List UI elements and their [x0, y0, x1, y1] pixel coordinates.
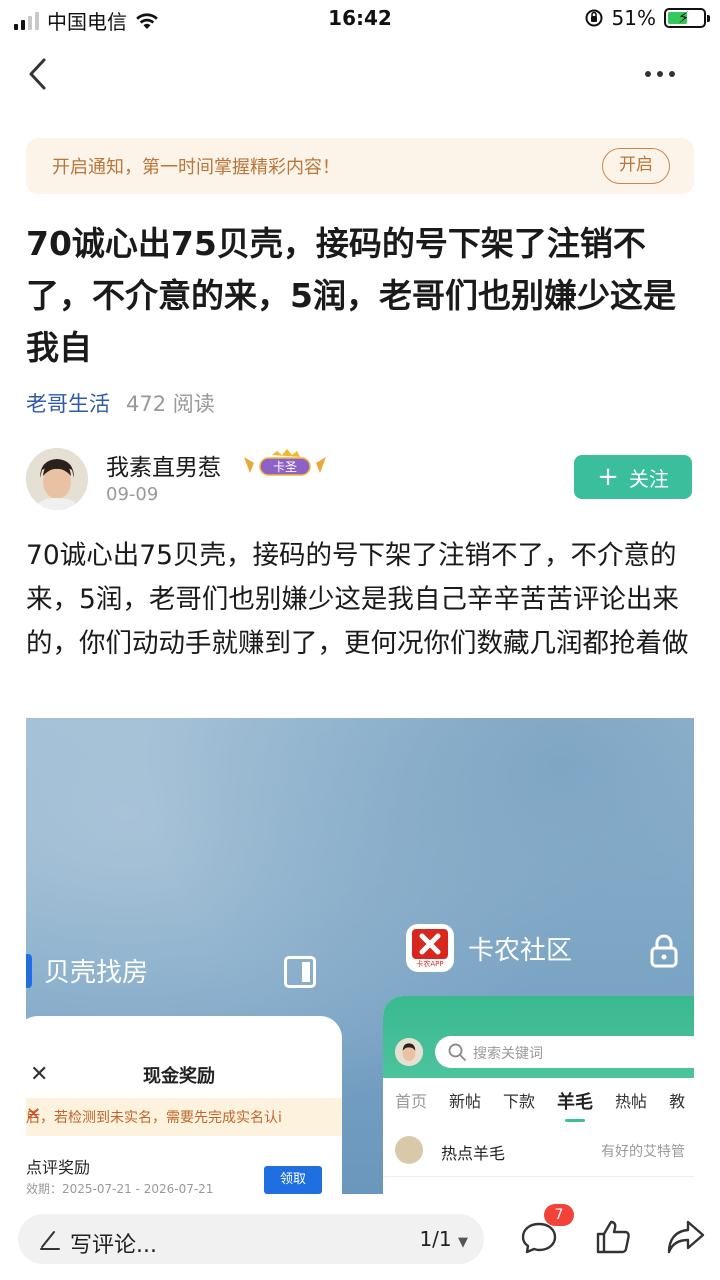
left-card-warning: 后，若检测到未实名，需要先完成实名认i ✕	[26, 1098, 342, 1136]
enable-notification-button[interactable]: 开启	[602, 148, 670, 184]
right-card-tab: 下款	[503, 1092, 536, 1111]
right-card-divider	[383, 1176, 694, 1194]
page-indicator[interactable]: 1/1 ▼	[419, 1227, 468, 1251]
kanong-app-icon-label: 卡农APP	[416, 960, 444, 968]
left-card-item: 点评奖励	[26, 1158, 91, 1177]
lock-icon	[650, 934, 678, 968]
right-card-tab: 首页	[395, 1092, 428, 1111]
right-app-label: 卡农APP 卡农社区	[406, 924, 572, 972]
battery-percent: 51%	[611, 6, 656, 30]
right-card-avatar	[395, 1038, 423, 1066]
author-badge-label: 卡圣	[273, 460, 297, 474]
hot-deals-icon	[395, 1136, 423, 1164]
plus-icon: +	[597, 462, 619, 492]
left-app-card: ✕ 现金奖励 后，若检测到未实名，需要先完成实名认i ✕ 点评奖励 效期：202…	[26, 1016, 342, 1194]
search-icon	[448, 1043, 466, 1061]
left-app-name: 贝壳找房	[44, 958, 149, 988]
right-card-tab: 教	[669, 1092, 686, 1111]
author-name[interactable]: 我素直男惹	[106, 448, 221, 482]
right-card-row-label: 热点羊毛	[441, 1144, 506, 1163]
status-right: 51% ⚡	[584, 6, 710, 30]
right-card-tab: 新帖	[449, 1092, 482, 1111]
read-count: 472 阅读	[126, 392, 215, 416]
right-app-card: 搜索关键词 首页 新帖 下款 羊毛 热帖 教 热点羊毛 有好的艾特管	[383, 996, 694, 1194]
top-nav	[0, 44, 720, 104]
right-card-tab: 热帖	[615, 1092, 648, 1111]
comment-placeholder: 写评论...	[70, 1233, 157, 1258]
right-card-tab-active: 羊毛	[557, 1088, 593, 1122]
post-image[interactable]: 贝壳找房 ✕ 现金奖励 后，若检测到未实名，需要先完成实名认i ✕ 点评奖励 效…	[26, 718, 694, 1194]
left-card-title: 现金奖励	[143, 1066, 215, 1087]
orientation-lock-icon	[585, 9, 603, 27]
warning-close-icon: ✕	[26, 1104, 42, 1125]
right-card-search-placeholder: 搜索关键词	[473, 1046, 543, 1062]
bottom-bar: 写评论... 1/1 ▼ 7	[0, 1196, 720, 1280]
beike-logo-icon	[26, 953, 32, 988]
right-card-search: 搜索关键词	[435, 1036, 694, 1068]
follow-button[interactable]: + 关注	[574, 455, 692, 499]
notification-text: 开启通知，第一时间掌握精彩内容！	[52, 157, 340, 178]
right-card-tabs: 首页 新帖 下款 羊毛 热帖 教	[395, 1088, 686, 1122]
pen-icon	[40, 1231, 60, 1250]
page-indicator-label: 1/1	[419, 1227, 452, 1251]
left-card-date: 效期：2025-07-21 - 2026-07-21	[26, 1182, 214, 1194]
comment-input[interactable]: 写评论... 1/1 ▼	[18, 1214, 484, 1264]
split-view-icon	[284, 956, 316, 988]
notification-banner: 开启通知，第一时间掌握精彩内容！ 开启	[26, 138, 694, 194]
share-icon[interactable]	[666, 1218, 706, 1256]
post-title: 70诚心出75贝壳，接码的号下架了注销不了，不介意的来，5润，老哥们也别嫌少这是…	[26, 224, 676, 367]
kanong-app-icon: 卡农APP	[406, 924, 454, 972]
author-badge-icon: 卡圣	[244, 449, 326, 476]
left-card-claim-button: 领取	[264, 1166, 322, 1194]
right-card-row: 热点羊毛 有好的艾特管	[395, 1132, 694, 1172]
post-date: 09-09	[106, 484, 159, 505]
more-options-icon[interactable]	[640, 56, 680, 92]
follow-label: 关注	[628, 466, 669, 491]
like-icon[interactable]	[594, 1218, 632, 1256]
author-avatar[interactable]	[26, 448, 88, 510]
back-icon[interactable]	[24, 56, 54, 92]
right-card-row-sub: 有好的艾特管	[601, 1144, 685, 1160]
comment-count-badge: 7	[544, 1204, 574, 1226]
category-link[interactable]: 老哥生活	[26, 388, 110, 418]
status-bar: 中国电信 16:42 51% ⚡	[0, 0, 720, 40]
caret-down-icon: ▼	[458, 1235, 468, 1250]
right-app-name: 卡农社区	[468, 935, 573, 966]
battery-icon: ⚡	[664, 8, 710, 28]
post-body: 70诚心出75贝壳，接码的号下架了注销不了，不介意的来，5润，老哥们也别嫌少这是…	[26, 540, 689, 659]
left-app-label: 贝壳找房	[26, 952, 148, 989]
post-meta: 老哥生活 472 阅读	[26, 388, 215, 418]
